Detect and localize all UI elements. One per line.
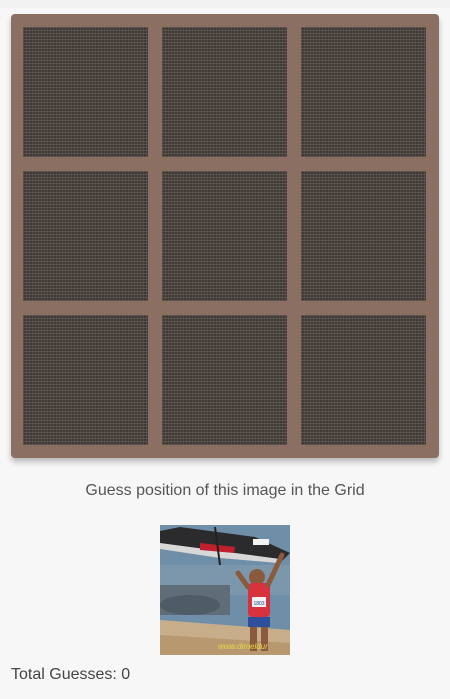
grid-tile-1[interactable] xyxy=(23,27,148,157)
grid-tile-5[interactable] xyxy=(162,171,287,301)
svg-text:www.dimeldur: www.dimeldur xyxy=(218,642,268,651)
grid-tile-8[interactable] xyxy=(162,315,287,445)
puzzle-grid xyxy=(11,14,439,458)
total-guesses: Total Guesses: 0 xyxy=(11,666,131,683)
target-image: 1803 www.dimeldur xyxy=(160,525,290,655)
grid-tile-9[interactable] xyxy=(301,315,426,445)
grid-tile-6[interactable] xyxy=(301,171,426,301)
svg-text:1803: 1803 xyxy=(253,601,264,607)
grid-tile-3[interactable] xyxy=(301,27,426,157)
grid-tile-2[interactable] xyxy=(162,27,287,157)
grid-tile-7[interactable] xyxy=(23,315,148,445)
top-bar xyxy=(0,0,450,8)
guess-prompt: Guess position of this image in the Grid xyxy=(85,482,365,499)
grid-tile-4[interactable] xyxy=(23,171,148,301)
